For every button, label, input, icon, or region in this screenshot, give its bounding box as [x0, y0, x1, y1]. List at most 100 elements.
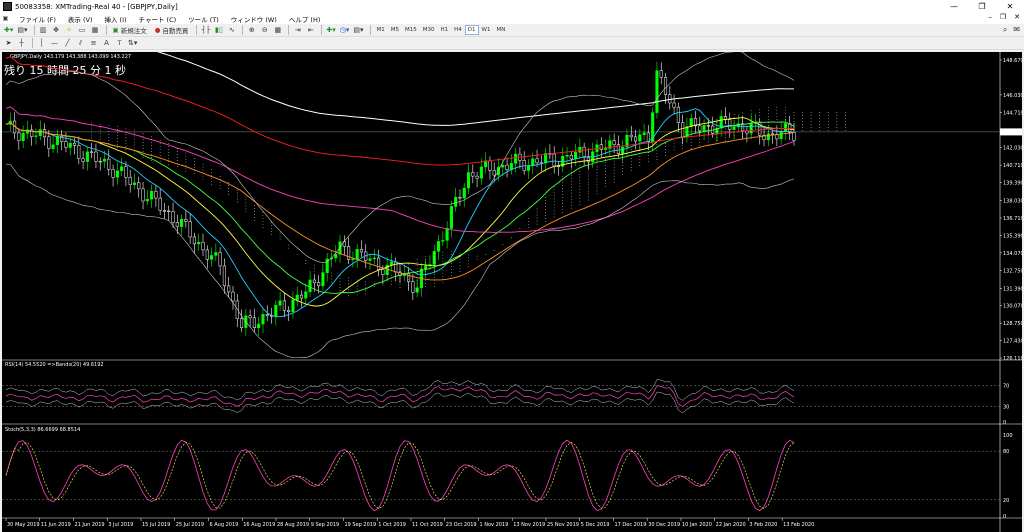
cloud-dot [331, 275, 332, 277]
cloud-dot [194, 161, 195, 162]
new-chart-icon[interactable]: ✚▾ [3, 25, 14, 36]
candle-body [779, 130, 783, 140]
auto-trading-button[interactable]: ● 自動売買 [152, 25, 192, 36]
cloud-dot [91, 143, 93, 145]
zoom-in-icon[interactable]: ⊕ [246, 25, 257, 36]
cloud-dot [288, 244, 290, 246]
cloud-dot [339, 277, 341, 279]
horizontal-line-icon[interactable]: — [49, 38, 60, 49]
terminal-icon[interactable]: ▭ [77, 25, 88, 36]
cloud-dot [108, 134, 110, 135]
cloud-dot [185, 164, 187, 166]
candle-body [436, 241, 441, 252]
menu-insert[interactable]: 挿入 (I) [98, 14, 132, 24]
chart-window-icon[interactable]: ▣ [0, 13, 11, 24]
date-label: 15 Jul 2019 [142, 522, 170, 528]
chart-shift-icon[interactable]: ⇤ [305, 25, 316, 36]
candle-body [90, 151, 94, 153]
crosshair-icon[interactable]: ┼ [16, 38, 27, 49]
cloud-dot [588, 172, 589, 174]
cloud-dot [159, 154, 161, 156]
data-window-icon[interactable]: ✥ [51, 25, 62, 36]
tf-d1[interactable]: D1 [464, 25, 479, 35]
chart-canvas[interactable]: 148.670 146.030 144.710 143.227 142.030 140.7… [2, 52, 1022, 532]
cloud-dot [468, 260, 469, 262]
cloud-dot [588, 187, 589, 189]
new-order-button[interactable]: ▣ 新規注文 [110, 25, 150, 36]
tf-m1[interactable]: M1 [374, 25, 388, 35]
cloud-dot [579, 182, 581, 184]
cloud-dot [596, 190, 598, 192]
tf-mn[interactable]: MN [493, 25, 508, 35]
arrows-icon[interactable]: ⇅▾ [127, 38, 138, 49]
tile-windows-icon[interactable]: ▦ [272, 25, 283, 36]
indicators-icon[interactable]: ✚▾ [325, 25, 336, 36]
cloud-dot [785, 112, 786, 114]
tf-h1[interactable]: H1 [438, 25, 452, 35]
candle-body [85, 151, 89, 162]
cloud-dot [588, 196, 589, 198]
candle-body [51, 144, 55, 149]
price-label: 127.430 [1003, 339, 1022, 345]
mdi-restore-icon[interactable]: ❐ [1000, 13, 1006, 21]
cursor-icon[interactable]: ➤ [3, 38, 14, 49]
cloud-dot [159, 145, 161, 147]
cloud-dot [596, 178, 598, 180]
cloud-dot [408, 284, 409, 286]
tf-m30[interactable]: M30 [420, 25, 438, 35]
cloud-dot [134, 141, 135, 143]
periods-icon[interactable]: ◷▾ [339, 25, 351, 36]
vertical-line-icon[interactable]: │ [36, 38, 47, 49]
maximize-icon[interactable]: ❐ [968, 0, 996, 13]
tf-h4[interactable]: H4 [451, 25, 465, 35]
cloud-dot [416, 268, 418, 270]
market-watch-icon[interactable]: ▥ [38, 25, 49, 36]
mdi-minimize-icon[interactable]: – [988, 13, 992, 21]
candle-body [381, 269, 385, 275]
close-icon[interactable]: ✕ [996, 0, 1024, 13]
cloud-dot [776, 109, 778, 111]
menu-tools[interactable]: ツール (T) [182, 14, 225, 24]
menu-chart[interactable]: チャート (C) [133, 14, 183, 24]
menu-file[interactable]: ファイル (F) [13, 14, 62, 24]
templates-icon[interactable]: ▤▾ [352, 25, 364, 36]
profiles-icon[interactable]: ▤▾ [16, 25, 28, 36]
navigator-icon[interactable]: ✧ [64, 25, 75, 36]
menu-view[interactable]: 表示 (V) [62, 14, 99, 24]
cloud-dot [176, 160, 178, 161]
minimize-icon[interactable]: — [940, 0, 968, 13]
price-label: 132.750 [1003, 268, 1022, 274]
search-icon[interactable]: ⌕ [1003, 25, 1007, 35]
candle-body [321, 272, 325, 287]
candle-body [124, 166, 128, 178]
tf-m5[interactable]: M5 [388, 25, 402, 35]
text-icon[interactable]: A [101, 38, 112, 49]
zoom-out-icon[interactable]: ⊖ [259, 25, 270, 36]
candlestick-icon[interactable]: ▮▯ [213, 25, 224, 36]
cloud-dot [767, 110, 769, 112]
line-chart-icon[interactable]: ∿ [226, 25, 237, 36]
cloud-dot [630, 161, 632, 162]
cloud-dot [348, 277, 350, 279]
candle-body [107, 158, 111, 170]
fibonacci-icon[interactable]: ≡ [88, 38, 99, 49]
date-label: 16 Aug 2019 [243, 522, 275, 528]
cloud-dot [596, 181, 598, 183]
menu-window[interactable]: ウィンドウ (W) [225, 14, 283, 24]
menu-help[interactable]: ヘルプ (H) [283, 14, 327, 24]
mdi-close-icon[interactable]: ✕ [1014, 13, 1020, 21]
cloud-dot [399, 283, 401, 285]
trendline-icon[interactable]: ╱ [62, 38, 73, 49]
tester-icon[interactable]: ▦ [90, 25, 101, 36]
cloud-dot [536, 217, 538, 219]
chat-icon[interactable]: ✉ [1013, 25, 1020, 35]
chart-window[interactable]: 148.670 146.030 144.710 143.227 142.030 140.7… [2, 52, 1022, 532]
label-icon[interactable]: T [114, 38, 125, 49]
tf-w1[interactable]: W1 [479, 25, 494, 35]
channel-icon[interactable]: ⫽ [75, 38, 86, 49]
candle-body [197, 242, 201, 245]
auto-scroll-icon[interactable]: ⇥ [292, 25, 303, 36]
bar-chart-icon[interactable]: ┤├ [200, 25, 211, 36]
cloud-dot [733, 129, 735, 130]
tf-m15[interactable]: M15 [402, 25, 420, 35]
